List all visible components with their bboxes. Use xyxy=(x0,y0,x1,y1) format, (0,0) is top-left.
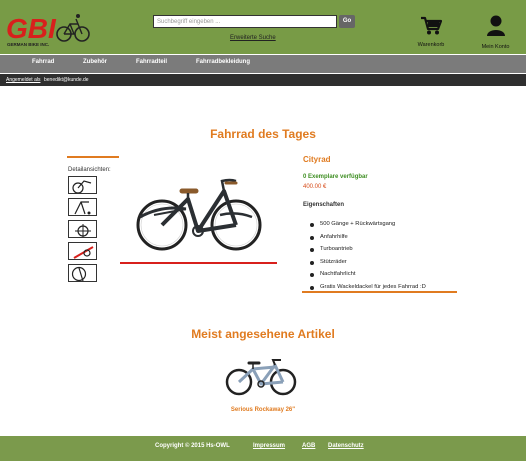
header-bar: GBI GERMAN BIKE INC. Suchbegriff eingebe… xyxy=(0,0,526,54)
feature-item: Anfahrhilfe xyxy=(310,234,426,247)
feature-item: Nachtfahrlicht xyxy=(310,271,426,284)
product-price: 400.00 € xyxy=(303,184,327,190)
search-go-button[interactable]: Go xyxy=(339,15,355,28)
search-input[interactable]: Suchbegriff eingeben ... xyxy=(153,15,337,28)
thumbs-label: Detailansichten: xyxy=(68,167,111,173)
product-divider xyxy=(302,291,457,293)
account-button[interactable]: Mein Konto xyxy=(479,15,512,50)
product-image-underline xyxy=(120,262,277,264)
feature-list: 500 Gänge + Rückwärtsgang Anfahrhilfe Tu… xyxy=(310,221,426,297)
user-email: benedikt@kunde.de xyxy=(44,77,89,83)
thumbs-divider xyxy=(67,156,119,158)
copyright-text: Copyright © 2015 Hs-OWL xyxy=(155,443,230,449)
detail-thumb-1[interactable] xyxy=(68,176,97,194)
account-label: Mein Konto xyxy=(481,44,510,50)
product-title[interactable]: Cityrad xyxy=(303,155,331,164)
detail-thumb-4[interactable] xyxy=(68,242,97,260)
footer-link-impressum[interactable]: Impressum xyxy=(253,443,285,449)
nav-item-fahrrad[interactable]: Fahrrad xyxy=(32,59,54,65)
properties-heading: Eigenschaften xyxy=(303,202,345,208)
footer-link-agb[interactable]: AGB xyxy=(302,443,315,449)
logo-text: GBI xyxy=(6,13,57,44)
cart-button[interactable]: Warenkorb xyxy=(414,15,448,48)
login-status-bar: Angemeldet als benedikt@kunde.de xyxy=(0,74,526,86)
main-navigation: Fahrrad Zubehör Fahrradteil Fahrradbekle… xyxy=(0,55,526,73)
feature-item: Stützräder xyxy=(310,259,426,272)
user-icon xyxy=(486,15,505,36)
advanced-search-link[interactable]: Erweiterte Suche xyxy=(230,35,276,41)
cart-label: Warenkorb xyxy=(417,42,445,48)
logo-tagline: GERMAN BIKE INC. xyxy=(7,42,49,47)
most-viewed-heading: Meist angesehene Artikel xyxy=(191,327,335,341)
daily-bike-heading: Fahrrad des Tages xyxy=(210,127,316,141)
product-image-rockaway[interactable] xyxy=(223,355,299,397)
feature-item: 500 Gänge + Rückwärtsgang xyxy=(310,221,426,234)
product-image-cityrad[interactable] xyxy=(124,165,276,261)
footer-bar: Copyright © 2015 Hs-OWL Impressum AGB Da… xyxy=(0,436,526,461)
nav-item-zubehoer[interactable]: Zubehör xyxy=(83,59,107,65)
nav-item-fahrradteil[interactable]: Fahrradteil xyxy=(136,59,167,65)
stock-status: 0 Exemplare verfügbar xyxy=(303,174,368,180)
feature-item: Turboantrieb xyxy=(310,246,426,259)
detail-thumb-5[interactable] xyxy=(68,264,97,282)
most-viewed-item-name[interactable]: Serious Rockaway 26" xyxy=(0,407,526,413)
brand-logo[interactable]: GBI GERMAN BIKE INC. xyxy=(6,8,92,48)
detail-thumb-2[interactable] xyxy=(68,198,97,216)
detail-thumb-3[interactable] xyxy=(68,220,97,238)
nav-item-fahrradbekleidung[interactable]: Fahrradbekleidung xyxy=(196,59,250,65)
cart-icon xyxy=(421,16,443,35)
logged-in-label[interactable]: Angemeldet als xyxy=(6,74,40,86)
footer-link-datenschutz[interactable]: Datenschutz xyxy=(328,443,364,449)
